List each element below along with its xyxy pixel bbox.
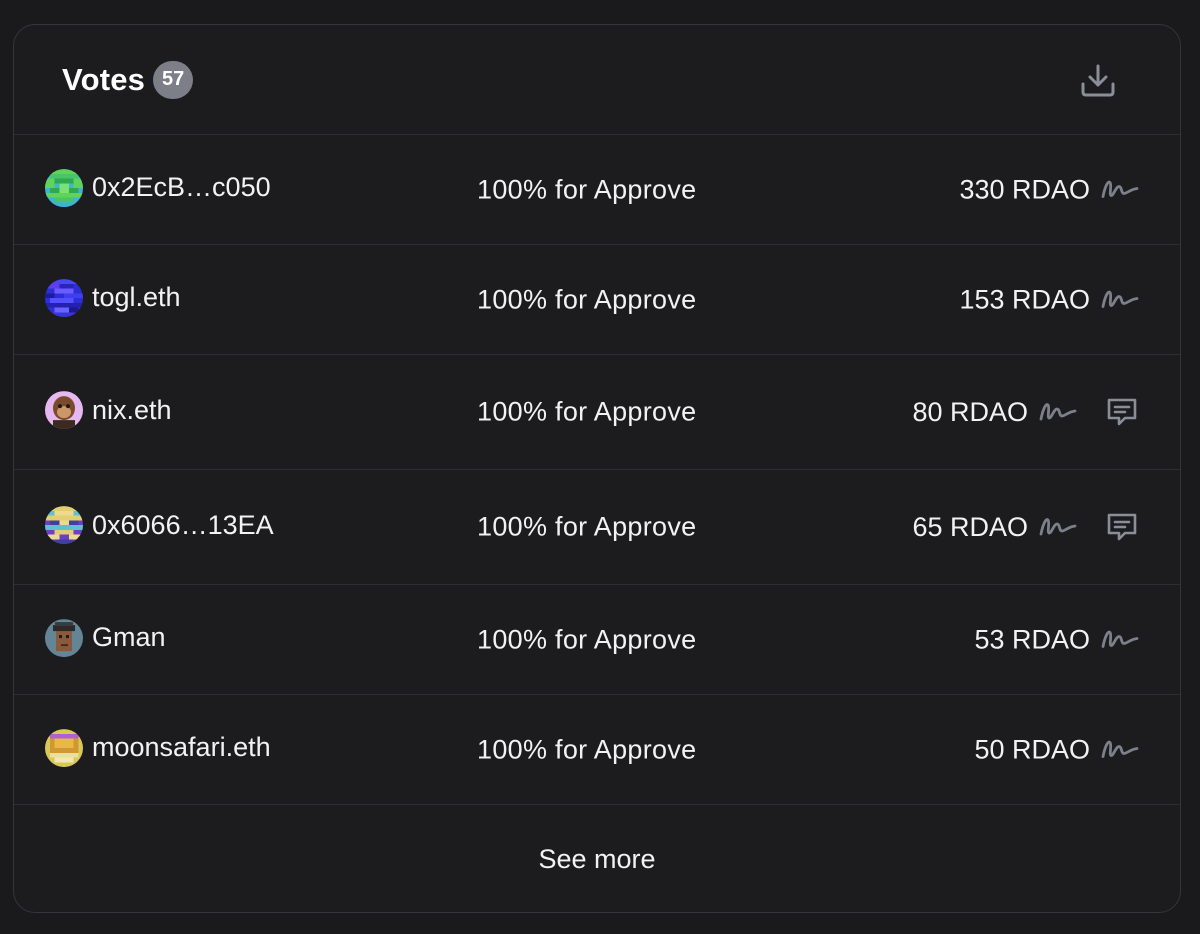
vote-row: nix.eth 100% for Approve 80 RDAO [14, 355, 1180, 470]
vote-choice: 100% for Approve [477, 624, 697, 654]
voter-avatar-yellow-pixel [45, 728, 83, 767]
votes-title: Votes [62, 61, 146, 97]
votes-header: Votes 57 [14, 25, 1180, 135]
vote-row: 0x2EcB…c050 100% for Approve 330 RDAO [14, 135, 1180, 245]
voter-avatar-colorful-pixel [45, 506, 83, 545]
see-more-button[interactable]: See more [518, 836, 675, 883]
voter-name: nix.eth [92, 394, 172, 425]
signature-icon[interactable] [1038, 399, 1078, 425]
voting-power: 65 RDAO [912, 511, 1028, 542]
voter-name: moonsafari.eth [92, 732, 271, 763]
voter-name: 0x6066…13EA [92, 509, 274, 540]
votes-card: Votes 57 0x2EcB…c050 100% for Approve 33… [13, 24, 1181, 913]
vote-power-group: 330 RDAO [959, 174, 1140, 205]
voter-link[interactable]: 0x6066…13EA [45, 506, 274, 545]
vote-choice: 100% for Approve [477, 284, 697, 314]
voting-power: 50 RDAO [974, 734, 1090, 764]
comment-icon[interactable] [1104, 394, 1140, 430]
vote-row: moonsafari.eth 100% for Approve 50 RDAO [14, 695, 1180, 805]
voter-name: 0x2EcB…c050 [92, 172, 271, 203]
download-icon [1081, 64, 1115, 96]
vote-row: 0x6066…13EA 100% for Approve 65 RDAO [14, 470, 1180, 585]
vote-row: togl.eth 100% for Approve 153 RDAO [14, 245, 1180, 355]
signature-icon[interactable] [1038, 514, 1078, 540]
signature-icon[interactable] [1100, 737, 1140, 763]
voter-link[interactable]: nix.eth [45, 391, 172, 430]
vote-choice: 100% for Approve [477, 734, 697, 764]
voter-link[interactable]: moonsafari.eth [45, 728, 271, 767]
vote-choice: 100% for Approve [477, 396, 697, 427]
voter-avatar-ape [45, 391, 83, 430]
votes-count-badge: 57 [153, 60, 194, 99]
votes-title-group: Votes 57 [62, 60, 194, 99]
vote-power-group: 153 RDAO [959, 284, 1140, 315]
signature-icon[interactable] [1100, 627, 1140, 653]
vote-power-group: 65 RDAO [912, 509, 1140, 545]
voter-avatar-punk [45, 618, 83, 657]
voter-link[interactable]: Gman [45, 618, 166, 657]
voting-power: 330 RDAO [959, 174, 1090, 204]
voter-link[interactable]: togl.eth [45, 278, 181, 317]
voter-link[interactable]: 0x2EcB…c050 [45, 168, 271, 207]
vote-power-group: 80 RDAO [912, 394, 1140, 430]
votes-footer: See more [14, 805, 1180, 912]
voter-avatar-green-pixel [45, 168, 83, 207]
voter-avatar-blue-pixel [45, 278, 83, 317]
voter-name: togl.eth [92, 282, 181, 313]
voting-power: 53 RDAO [974, 624, 1090, 654]
voter-name: Gman [92, 622, 166, 653]
vote-choice: 100% for Approve [477, 511, 697, 542]
vote-choice: 100% for Approve [477, 174, 697, 204]
voting-power: 80 RDAO [912, 396, 1028, 427]
comment-icon[interactable] [1104, 509, 1140, 545]
vote-power-group: 53 RDAO [974, 624, 1140, 655]
signature-icon[interactable] [1100, 287, 1140, 313]
signature-icon[interactable] [1100, 177, 1140, 203]
vote-power-group: 50 RDAO [974, 734, 1140, 765]
voting-power: 153 RDAO [959, 284, 1090, 314]
download-button[interactable] [1078, 60, 1118, 100]
vote-row: Gman 100% for Approve 53 RDAO [14, 585, 1180, 695]
